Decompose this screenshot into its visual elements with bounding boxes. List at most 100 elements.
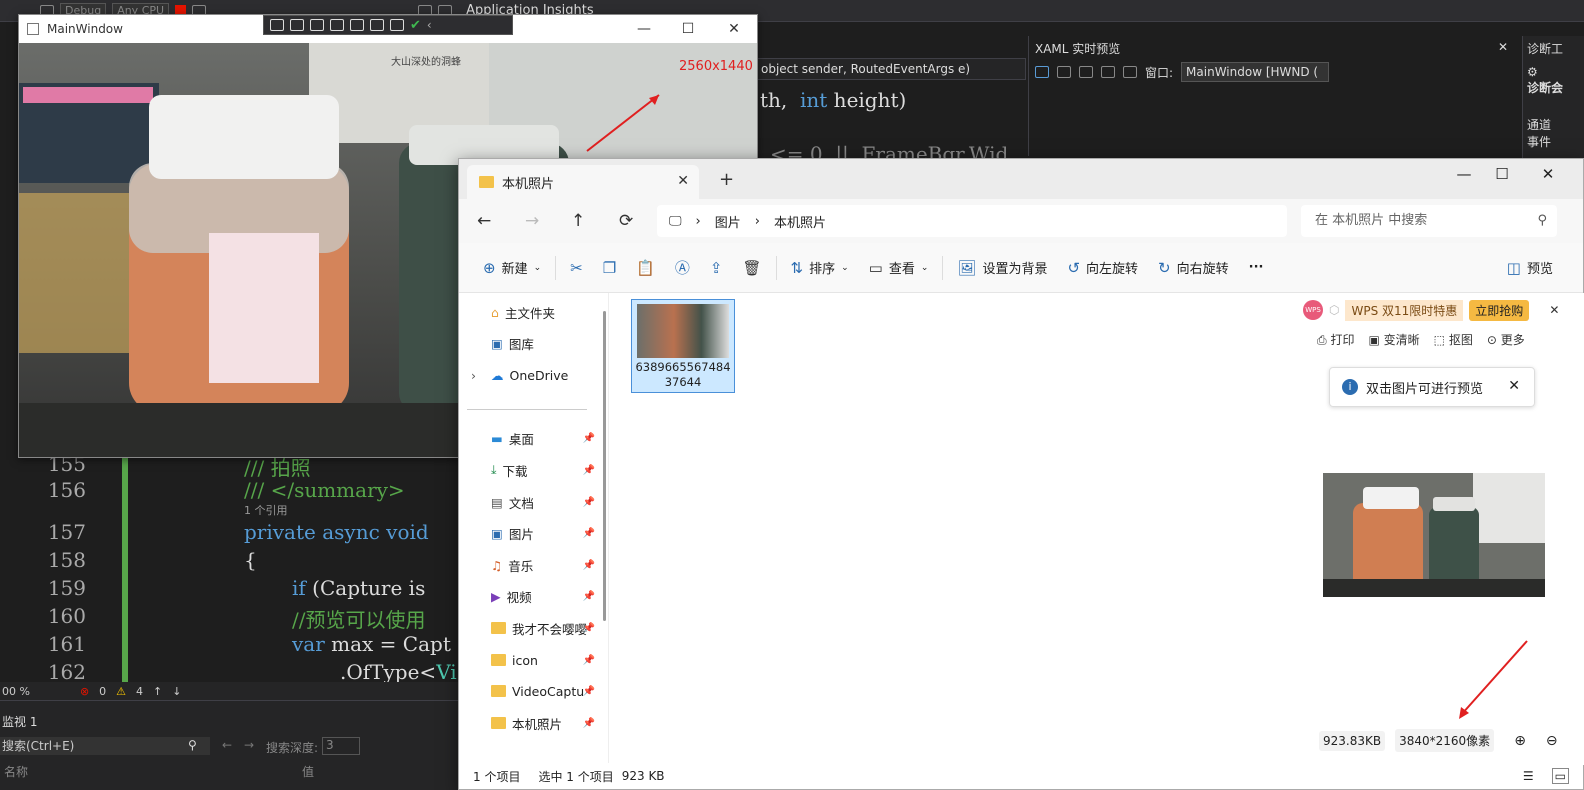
search-depth-combo[interactable]: 3	[322, 737, 360, 755]
member-combo[interactable]: object sender, RoutedEventArgs e)	[756, 58, 1026, 80]
refresh-icon[interactable]: ⟳	[619, 211, 633, 231]
search-icon[interactable]: ⚲	[188, 738, 197, 752]
up-icon[interactable]: ↑	[571, 211, 585, 231]
nav-item-pictures[interactable]: ▣ 图片 📌	[459, 518, 599, 548]
print-button[interactable]: ⎙ 打印	[1317, 331, 1354, 348]
preview-image[interactable]	[1323, 473, 1545, 597]
set-background-button[interactable]: 🖼 设置为背景	[947, 258, 1057, 278]
rename-button[interactable]: Ⓐ	[665, 257, 700, 278]
close-icon[interactable]: ✕	[1498, 40, 1508, 54]
rotate-right-button[interactable]: ↻ 向右旋转	[1148, 258, 1239, 278]
view-button[interactable]: ▭ 查看 ⌄	[859, 258, 939, 278]
down-arrow-icon[interactable]: ↓	[172, 685, 181, 698]
nav-item-folder[interactable]: 我才不会嘤嘤 📌	[459, 613, 599, 643]
ruler-icon[interactable]	[1101, 66, 1115, 78]
minimize-button[interactable]: —	[621, 15, 667, 43]
chevron-right-icon[interactable]: ›	[755, 214, 760, 229]
new-button[interactable]: ⊕ 新建 ⌄	[473, 258, 551, 278]
copy-button[interactable]: ❐	[593, 259, 626, 277]
chevron-right-icon[interactable]: ›	[696, 214, 701, 229]
error-count[interactable]: 0	[99, 685, 106, 698]
tiles-view-icon[interactable]: ▭	[1551, 768, 1569, 784]
breadcrumb-item[interactable]: 本机照片	[774, 212, 826, 231]
expand-chevron-icon[interactable]: ›	[471, 368, 476, 383]
search-input[interactable]: 在 本机照片 中搜索 ⚲	[1301, 205, 1557, 237]
pin-icon[interactable]: 📌	[583, 623, 595, 634]
reference-count[interactable]: 1 个引用	[244, 502, 288, 518]
nav-item-folder[interactable]: VideoCaptu 📌	[459, 676, 599, 706]
warning-count[interactable]: 4	[136, 685, 143, 698]
breadcrumb-item[interactable]: 图片	[715, 212, 741, 231]
nav-item-folder[interactable]: 本机照片 📌	[459, 708, 599, 738]
tab-close-icon[interactable]: ✕	[677, 173, 689, 189]
nav-item-onedrive[interactable]: › ☁ OneDrive	[459, 360, 599, 390]
pin-icon[interactable]: 📌	[583, 465, 595, 476]
nav-scrollbar[interactable]	[603, 311, 606, 621]
track-focus-icon[interactable]	[350, 19, 364, 31]
details-view-icon[interactable]: ☰	[1523, 769, 1534, 783]
preview-eye-icon[interactable]	[1123, 66, 1137, 78]
nav-item-desktop[interactable]: ▬ 桌面 📌	[459, 423, 599, 453]
sort-button[interactable]: ⇅ 排序 ⌄	[781, 258, 859, 278]
nav-item-documents[interactable]: ▤ 文档 📌	[459, 487, 599, 517]
file-explorer-window[interactable]: 本机照片 ✕ + — ☐ ✕ ← → ↑ ⟳ 🖵 › 图片 › 本机照片 在 本…	[458, 158, 1584, 790]
display-adorner-icon[interactable]	[1057, 66, 1071, 78]
share-button[interactable]: ⇪	[700, 259, 733, 277]
nav-item-downloads[interactable]: ⤓ 下载 📌	[459, 455, 599, 485]
nav-item-folder[interactable]: icon 📌	[459, 645, 599, 675]
nav-item-videos[interactable]: ▶ 视频 📌	[459, 581, 599, 611]
accessibility-icon[interactable]	[390, 19, 404, 31]
back-icon[interactable]: ←	[477, 211, 491, 231]
pin-icon[interactable]: 📌	[583, 433, 595, 444]
paste-button[interactable]: 📋	[626, 259, 665, 277]
go-to-live-tree-icon[interactable]	[270, 19, 284, 31]
close-icon[interactable]: ✕	[1508, 378, 1520, 394]
cutout-button[interactable]: ⬚ 抠图	[1434, 331, 1473, 348]
col-value-header[interactable]: 值	[302, 763, 314, 780]
close-icon[interactable]: ✕	[1549, 303, 1559, 317]
nav-item-home[interactable]: ⌂ 主文件夹	[459, 297, 599, 327]
nav-item-music[interactable]: ♫ 音乐 📌	[459, 550, 599, 580]
wps-promo-text[interactable]: WPS 双11限时特惠	[1345, 299, 1464, 321]
wps-buy-button[interactable]: 立即抢购	[1469, 299, 1530, 321]
pin-icon[interactable]: 📌	[583, 497, 595, 508]
close-button[interactable]: ✕	[1525, 159, 1571, 189]
select-element-icon[interactable]	[1035, 66, 1049, 78]
rotate-left-button[interactable]: ↺ 向左旋转	[1057, 258, 1148, 278]
col-name-header[interactable]: 名称	[4, 763, 28, 780]
pin-icon[interactable]: 📌	[583, 655, 595, 666]
pin-icon[interactable]: 📌	[583, 591, 595, 602]
more-button[interactable]: ⊙ 更多	[1487, 331, 1525, 348]
maximize-button[interactable]: ☐	[665, 15, 711, 43]
tab-local-photos[interactable]: 本机照片 ✕	[467, 165, 699, 199]
nav-item-gallery[interactable]: ▣ 图库	[459, 328, 599, 358]
gear-icon[interactable]: ⚙	[1527, 65, 1580, 79]
checkmark-icon[interactable]: ✔	[410, 18, 421, 33]
zoom-level[interactable]: 00 %	[2, 685, 30, 698]
camera-icon[interactable]	[290, 19, 304, 31]
maximize-button[interactable]: ☐	[1479, 159, 1525, 189]
display-layout-icon[interactable]	[330, 19, 344, 31]
pin-icon[interactable]: 📌	[583, 718, 595, 729]
watch-search-input[interactable]: 搜索(Ctrl+E)	[0, 737, 210, 755]
pin-icon[interactable]: 📌	[583, 528, 595, 539]
file-item[interactable]: 638966556748437644	[631, 299, 735, 393]
delete-button[interactable]: 🗑	[732, 259, 771, 277]
forward-icon[interactable]: →	[525, 211, 539, 231]
zoom-in-icon[interactable]: ⊕	[1514, 733, 1526, 749]
track-focus-icon[interactable]	[1079, 66, 1093, 78]
close-button[interactable]: ✕	[711, 15, 757, 43]
file-list[interactable]: 638966556748437644	[611, 293, 1295, 765]
back-icon[interactable]: ←	[222, 738, 232, 752]
new-tab-button[interactable]: +	[719, 169, 734, 190]
up-arrow-icon[interactable]: ↑	[153, 685, 162, 698]
pin-icon[interactable]: 📌	[583, 686, 595, 697]
zoom-out-icon[interactable]: ⊖	[1546, 733, 1558, 749]
breadcrumb[interactable]: 🖵 › 图片 › 本机照片	[657, 205, 1287, 237]
collapse-chevron-icon[interactable]: ‹	[427, 18, 432, 32]
select-element-icon[interactable]	[310, 19, 324, 31]
cut-button[interactable]: ✂	[560, 259, 593, 277]
more-button[interactable]: ···	[1239, 260, 1274, 275]
hot-reload-icon[interactable]	[370, 19, 384, 31]
pin-icon[interactable]: 📌	[583, 560, 595, 571]
